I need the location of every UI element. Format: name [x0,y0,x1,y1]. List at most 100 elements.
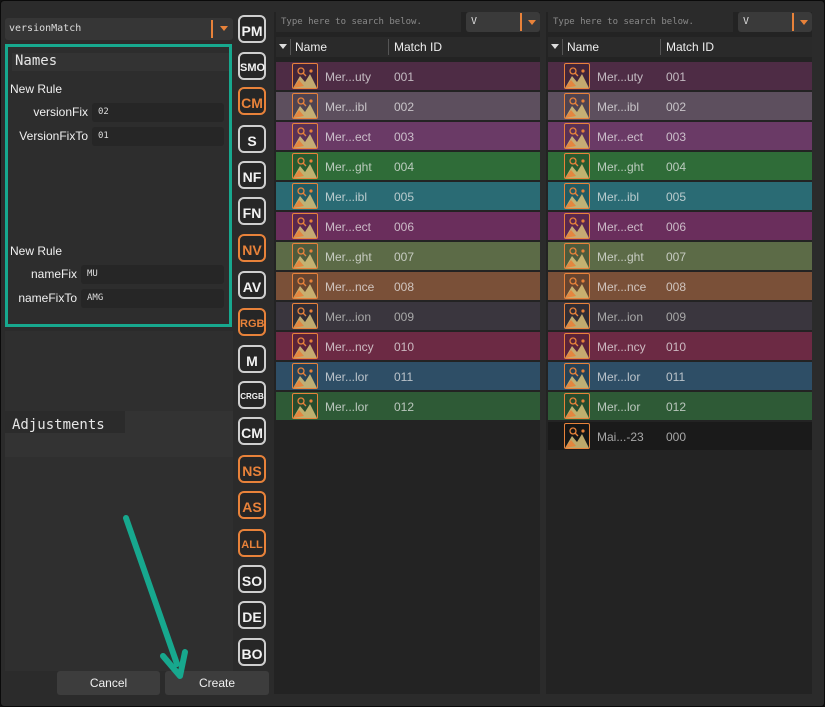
side-button-de[interactable]: DE [238,601,266,629]
namefix-input[interactable]: MU [81,265,224,284]
side-button-cm[interactable]: CM [238,87,266,115]
thumbnail-icon [564,333,590,359]
thumbnail-icon [292,303,318,329]
table-row[interactable]: Mer...ght 004 [276,152,540,180]
row-name: Mer...lor [597,370,641,384]
side-button-rgb[interactable]: RGB [238,308,266,336]
row-match-id: 009 [394,310,415,324]
preset-dropdown-value: versionMatch [9,23,82,34]
table-row[interactable]: Mer...ect 003 [548,122,812,150]
table-row[interactable]: Mer...ncy 010 [548,332,812,360]
chevron-down-icon[interactable] [800,20,808,25]
table-row[interactable]: Mer...nce 008 [276,272,540,300]
chevron-down-icon[interactable] [528,20,536,25]
row-name: Mer...nce [325,280,375,294]
row-name: Mer...ect [597,220,644,234]
preset-dropdown[interactable]: versionMatch [5,18,233,40]
row-name: Mer...ibl [597,100,640,114]
versionfix-input[interactable]: 02 [92,103,224,122]
thumbnail-icon [292,123,318,149]
table-row[interactable]: Mer...ncy 010 [276,332,540,360]
rule-header: New Rule [10,244,63,258]
names-panel-title: Names [12,53,229,71]
table-row[interactable]: Mer...lor 011 [548,362,812,390]
right-filter-dropdown[interactable]: V [738,12,812,32]
right-search-placeholder: Type here to search below. [553,17,694,27]
table-row[interactable]: Mer...ion 009 [548,302,812,330]
row-match-id: 008 [666,280,687,294]
thumbnail-icon [292,213,318,239]
side-button-as[interactable]: AS [238,491,266,519]
table-row[interactable]: Mer...ect 003 [276,122,540,150]
row-match-id: 011 [394,370,414,384]
left-filter-dropdown[interactable]: V [466,12,540,32]
left-search-placeholder: Type here to search below. [281,17,422,27]
dropdown-separator [211,20,213,38]
thumbnail-icon [292,63,318,89]
table-row[interactable]: Mai...-23 000 [548,422,812,450]
chevron-down-icon[interactable] [220,26,228,31]
table-row[interactable]: Mer...ibl 005 [548,182,812,210]
column-header-name[interactable]: Name [295,40,327,54]
table-row[interactable]: Mer...ect 006 [276,212,540,240]
table-row[interactable]: Mer...ibl 002 [548,92,812,120]
sort-toggle-icon[interactable] [551,44,559,49]
side-button-bo[interactable]: BO [238,638,266,666]
column-header-match-id[interactable]: Match ID [666,40,714,54]
side-button-so[interactable]: SO [238,565,266,593]
row-match-id: 003 [666,130,687,144]
side-button-fn[interactable]: FN [238,197,266,225]
row-match-id: 001 [666,70,687,84]
side-button-all[interactable]: ALL [238,529,266,557]
namefixto-input[interactable]: AMG [81,289,224,308]
row-name: Mer...ght [597,250,644,264]
column-divider [660,39,661,55]
table-row[interactable]: Mer...ght 004 [548,152,812,180]
table-row[interactable]: Mer...ght 007 [276,242,540,270]
adjustments-title: Adjustments [12,417,105,433]
side-button-av[interactable]: AV [238,271,266,299]
table-row[interactable]: Mer...ion 009 [276,302,540,330]
table-row[interactable]: Mer...ect 006 [548,212,812,240]
thumbnail-icon [564,393,590,419]
row-match-id: 002 [666,100,687,114]
side-button-pm[interactable]: PM [238,15,266,43]
row-name: Mer...ion [597,310,644,324]
side-button-smo[interactable]: SMO [238,52,266,80]
right-search-field[interactable]: Type here to search below. [548,12,733,32]
table-row[interactable]: Mer...lor 012 [548,392,812,420]
table-row[interactable]: Mer...uty 001 [548,62,812,90]
table-row[interactable]: Mer...lor 011 [276,362,540,390]
thumbnail-icon [564,363,590,389]
versionfixto-input[interactable]: 01 [92,127,224,146]
row-match-id: 004 [666,160,687,174]
sort-toggle-icon[interactable] [279,44,287,49]
table-row[interactable]: Mer...lor 012 [276,392,540,420]
side-button-m[interactable]: M [238,345,266,373]
row-match-id: 000 [666,430,687,444]
side-button-s[interactable]: S [238,125,266,153]
dropdown-separator [792,13,794,31]
thumbnail-icon [564,303,590,329]
row-name: Mer...lor [597,400,641,414]
thumbnail-icon [292,183,318,209]
thumbnail-icon [292,153,318,179]
side-button-cm[interactable]: CM [238,417,266,445]
table-row[interactable]: Mer...nce 008 [548,272,812,300]
side-button-crgb[interactable]: CRGB [238,381,266,409]
left-search-field[interactable]: Type here to search below. [276,12,461,32]
thumbnail-icon [292,243,318,269]
table-row[interactable]: Mer...uty 001 [276,62,540,90]
row-name: Mer...ect [597,130,644,144]
column-header-match-id[interactable]: Match ID [394,40,442,54]
table-row[interactable]: Mer...ibl 002 [276,92,540,120]
table-row[interactable]: Mer...ght 007 [548,242,812,270]
side-button-nf[interactable]: NF [238,161,266,189]
side-button-nv[interactable]: NV [238,234,266,262]
table-row[interactable]: Mer...ibl 005 [276,182,540,210]
side-button-ns[interactable]: NS [238,455,266,483]
row-name: Mer...ion [325,310,372,324]
row-name: Mer...ibl [597,190,640,204]
annotation-arrow [123,515,188,679]
column-header-name[interactable]: Name [567,40,599,54]
